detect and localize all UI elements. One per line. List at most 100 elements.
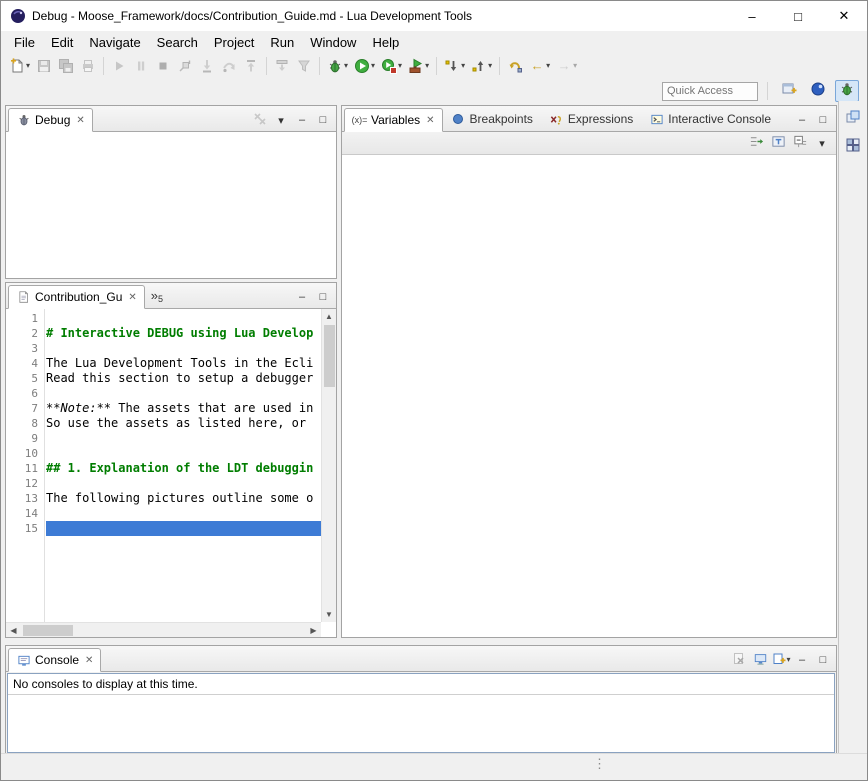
previous-annotation-button[interactable]: ▾ bbox=[468, 54, 495, 78]
clear-console-button[interactable] bbox=[730, 652, 748, 668]
menu-run[interactable]: Run bbox=[262, 33, 302, 52]
terminate-button[interactable] bbox=[152, 54, 174, 78]
editor-text-area[interactable]: 1 2# Interactive DEBUG using Lua Develop… bbox=[6, 311, 321, 622]
editor-line[interactable]: 10 bbox=[6, 446, 321, 461]
minimize-view-button[interactable]: – bbox=[793, 652, 811, 668]
disconnect-button[interactable] bbox=[174, 54, 196, 78]
step-into-button[interactable] bbox=[196, 54, 218, 78]
scroll-right-icon[interactable]: ▶ bbox=[306, 623, 321, 638]
menu-file[interactable]: File bbox=[6, 33, 43, 52]
menu-edit[interactable]: Edit bbox=[43, 33, 81, 52]
display-selected-console-button[interactable] bbox=[751, 652, 769, 668]
close-tab-icon[interactable]: ✕ bbox=[76, 115, 84, 126]
quick-access-input[interactable] bbox=[662, 82, 758, 101]
minimize-view-button[interactable]: – bbox=[793, 112, 811, 128]
close-window-button[interactable]: ✕ bbox=[821, 1, 867, 31]
resume-button[interactable] bbox=[108, 54, 130, 78]
maximize-view-button[interactable]: □ bbox=[314, 112, 332, 128]
editor-line[interactable]: 4The Lua Development Tools in the Ecli bbox=[6, 356, 321, 371]
step-over-button[interactable] bbox=[218, 54, 240, 78]
editor-line[interactable]: 5Read this section to setup a debugger bbox=[6, 371, 321, 386]
minimize-window-button[interactable]: – bbox=[729, 1, 775, 31]
next-annotation-button[interactable]: ▾ bbox=[441, 54, 468, 78]
new-button[interactable]: ▾ bbox=[6, 54, 33, 78]
debug-launch-button[interactable]: ▾ bbox=[324, 54, 351, 78]
use-step-filters-button[interactable] bbox=[293, 54, 315, 78]
tab-console[interactable]: Console ✕ bbox=[8, 648, 101, 672]
editor-vertical-scrollbar[interactable]: ▲ ▼ bbox=[321, 309, 336, 622]
maximize-view-button[interactable]: □ bbox=[814, 112, 832, 128]
debug-perspective-button[interactable] bbox=[835, 80, 859, 102]
editor-horizontal-scrollbar[interactable]: ◀ ▶ bbox=[6, 622, 321, 637]
remove-all-terminated-button[interactable] bbox=[251, 112, 269, 128]
forward-button[interactable]: → ▾ bbox=[553, 54, 580, 78]
editor-line[interactable]: 7**Note:** The assets that are used in bbox=[6, 401, 321, 416]
drop-to-frame-button[interactable] bbox=[271, 54, 293, 78]
step-return-button[interactable] bbox=[240, 54, 262, 78]
close-tab-icon[interactable]: ✕ bbox=[128, 292, 136, 303]
tab-breakpoints[interactable]: Breakpoints bbox=[443, 107, 541, 131]
editor-line[interactable]: 2# Interactive DEBUG using Lua Develop bbox=[6, 326, 321, 341]
editor-line[interactable]: 9 bbox=[6, 431, 321, 446]
editor-body[interactable]: 1 2# Interactive DEBUG using Lua Develop… bbox=[6, 309, 336, 637]
last-edit-location-button[interactable] bbox=[504, 54, 526, 78]
menu-help[interactable]: Help bbox=[364, 33, 407, 52]
show-type-names-button[interactable] bbox=[769, 135, 787, 151]
scroll-up-icon[interactable]: ▲ bbox=[322, 309, 337, 324]
suspend-button[interactable] bbox=[130, 54, 152, 78]
editor-line[interactable]: 6 bbox=[6, 386, 321, 401]
close-tab-icon[interactable]: ✕ bbox=[426, 115, 434, 126]
editor-line[interactable]: 12 bbox=[6, 476, 321, 491]
dropdown-arrow-icon[interactable]: ▾ bbox=[398, 62, 402, 70]
dropdown-arrow-icon[interactable]: ▾ bbox=[546, 62, 550, 70]
open-console-button[interactable]: ▾ bbox=[772, 652, 790, 668]
tab-debug[interactable]: Debug ✕ bbox=[8, 108, 93, 132]
collapse-all-button[interactable] bbox=[791, 135, 809, 151]
dropdown-arrow-icon[interactable]: ▾ bbox=[344, 62, 348, 70]
view-menu-button[interactable]: ▾ bbox=[813, 135, 831, 151]
restore-views-button[interactable] bbox=[843, 109, 863, 129]
more-editors-button[interactable]: » 5 bbox=[145, 286, 169, 308]
horizontal-scroll-thumb[interactable] bbox=[23, 625, 73, 636]
editor-line[interactable]: 1 bbox=[6, 311, 321, 326]
tab-expressions[interactable]: Expressions bbox=[541, 107, 641, 131]
print-button[interactable] bbox=[77, 54, 99, 78]
dropdown-arrow-icon[interactable]: ▾ bbox=[787, 656, 791, 664]
tab-contribution-guide[interactable]: Contribution_Gu ✕ bbox=[8, 285, 145, 309]
editor-line-selected[interactable]: 15 bbox=[6, 521, 321, 536]
editor-line[interactable]: 14 bbox=[6, 506, 321, 521]
maximize-view-button[interactable]: □ bbox=[814, 652, 832, 668]
editor-line[interactable]: 8So use the assets as listed here, or bbox=[6, 416, 321, 431]
grid-view-button[interactable] bbox=[843, 137, 863, 157]
dropdown-arrow-icon[interactable]: ▾ bbox=[425, 62, 429, 70]
vertical-scroll-thumb[interactable] bbox=[324, 325, 335, 387]
open-perspective-button[interactable] bbox=[777, 80, 801, 102]
lua-perspective-button[interactable] bbox=[806, 80, 830, 102]
dropdown-arrow-icon[interactable]: ▾ bbox=[26, 62, 30, 70]
run-button[interactable]: ▾ bbox=[351, 54, 378, 78]
minimize-view-button[interactable]: – bbox=[293, 112, 311, 128]
dropdown-arrow-icon[interactable]: ▾ bbox=[371, 62, 375, 70]
show-logical-structures-button[interactable] bbox=[747, 135, 765, 151]
minimize-view-button[interactable]: – bbox=[293, 289, 311, 305]
scroll-down-icon[interactable]: ▼ bbox=[322, 607, 337, 622]
menu-search[interactable]: Search bbox=[149, 33, 206, 52]
editor-line[interactable]: 13The following pictures outline some o bbox=[6, 491, 321, 506]
menu-project[interactable]: Project bbox=[206, 33, 262, 52]
coverage-button[interactable]: ▾ bbox=[378, 54, 405, 78]
editor-line[interactable]: 11## 1. Explanation of the LDT debuggin bbox=[6, 461, 321, 476]
save-all-button[interactable] bbox=[55, 54, 77, 78]
maximize-view-button[interactable]: □ bbox=[314, 289, 332, 305]
dropdown-arrow-icon[interactable]: ▾ bbox=[488, 62, 492, 70]
close-tab-icon[interactable]: ✕ bbox=[85, 655, 93, 666]
trim-drag-handle-icon[interactable]: ⋮ bbox=[593, 756, 604, 772]
menu-window[interactable]: Window bbox=[302, 33, 364, 52]
external-tools-button[interactable]: ▾ bbox=[405, 54, 432, 78]
dropdown-arrow-icon[interactable]: ▾ bbox=[573, 62, 577, 70]
scroll-left-icon[interactable]: ◀ bbox=[6, 623, 21, 638]
maximize-window-button[interactable]: □ bbox=[775, 1, 821, 31]
view-menu-button[interactable]: ▾ bbox=[272, 112, 290, 128]
tab-variables[interactable]: (x)= Variables ✕ bbox=[344, 108, 443, 132]
tab-interactive-console[interactable]: Interactive Console bbox=[641, 107, 779, 131]
dropdown-arrow-icon[interactable]: ▾ bbox=[461, 62, 465, 70]
